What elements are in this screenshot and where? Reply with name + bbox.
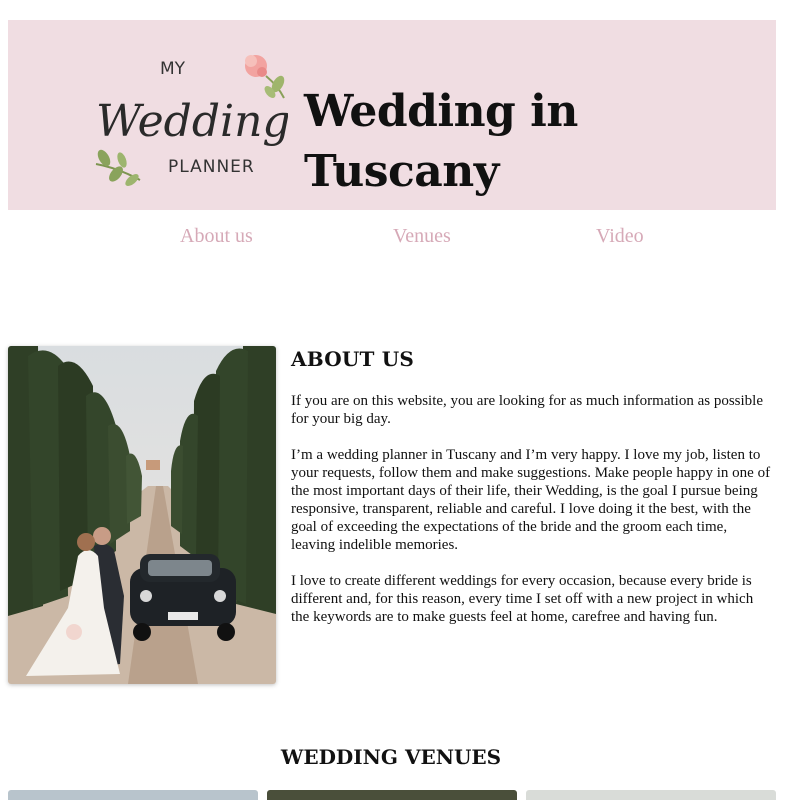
wedding-venues-heading: WEDDING VENUES xyxy=(280,745,502,769)
venue-image[interactable] xyxy=(267,790,517,800)
nav-link-video[interactable]: Video xyxy=(596,222,644,250)
logo-top-text: MY xyxy=(160,59,186,79)
logo-bottom-text: PLANNER xyxy=(168,157,255,177)
about-paragraph: I love to create different weddings for … xyxy=(291,573,754,625)
site-header: MY Wedding PLANNER Wedding in Tuscany xyxy=(8,20,776,210)
about-paragraph: If you are on this website, you are look… xyxy=(291,393,763,427)
wedding-planner-logo[interactable]: MY Wedding PLANNER xyxy=(88,46,288,196)
about-paragraph: I’m a wedding planner in Tuscany and I’m… xyxy=(291,447,771,553)
nav-link-about-us[interactable]: About us xyxy=(180,222,253,250)
about-us-heading: ABOUT US xyxy=(291,347,414,371)
venue-image[interactable] xyxy=(8,790,258,800)
flower-icon xyxy=(245,55,285,99)
couple-with-car-image xyxy=(8,346,276,684)
nav-link-venues[interactable]: Venues xyxy=(393,222,451,250)
main-nav: About us Venues Video xyxy=(0,220,800,252)
venue-image[interactable] xyxy=(526,790,776,800)
page-title: Wedding in Tuscany xyxy=(304,86,578,197)
leaf-branch-icon xyxy=(95,149,141,186)
about-photo xyxy=(8,346,276,684)
logo-main-text: Wedding xyxy=(96,96,288,147)
about-us-text: If you are on this website, you are look… xyxy=(291,392,771,644)
